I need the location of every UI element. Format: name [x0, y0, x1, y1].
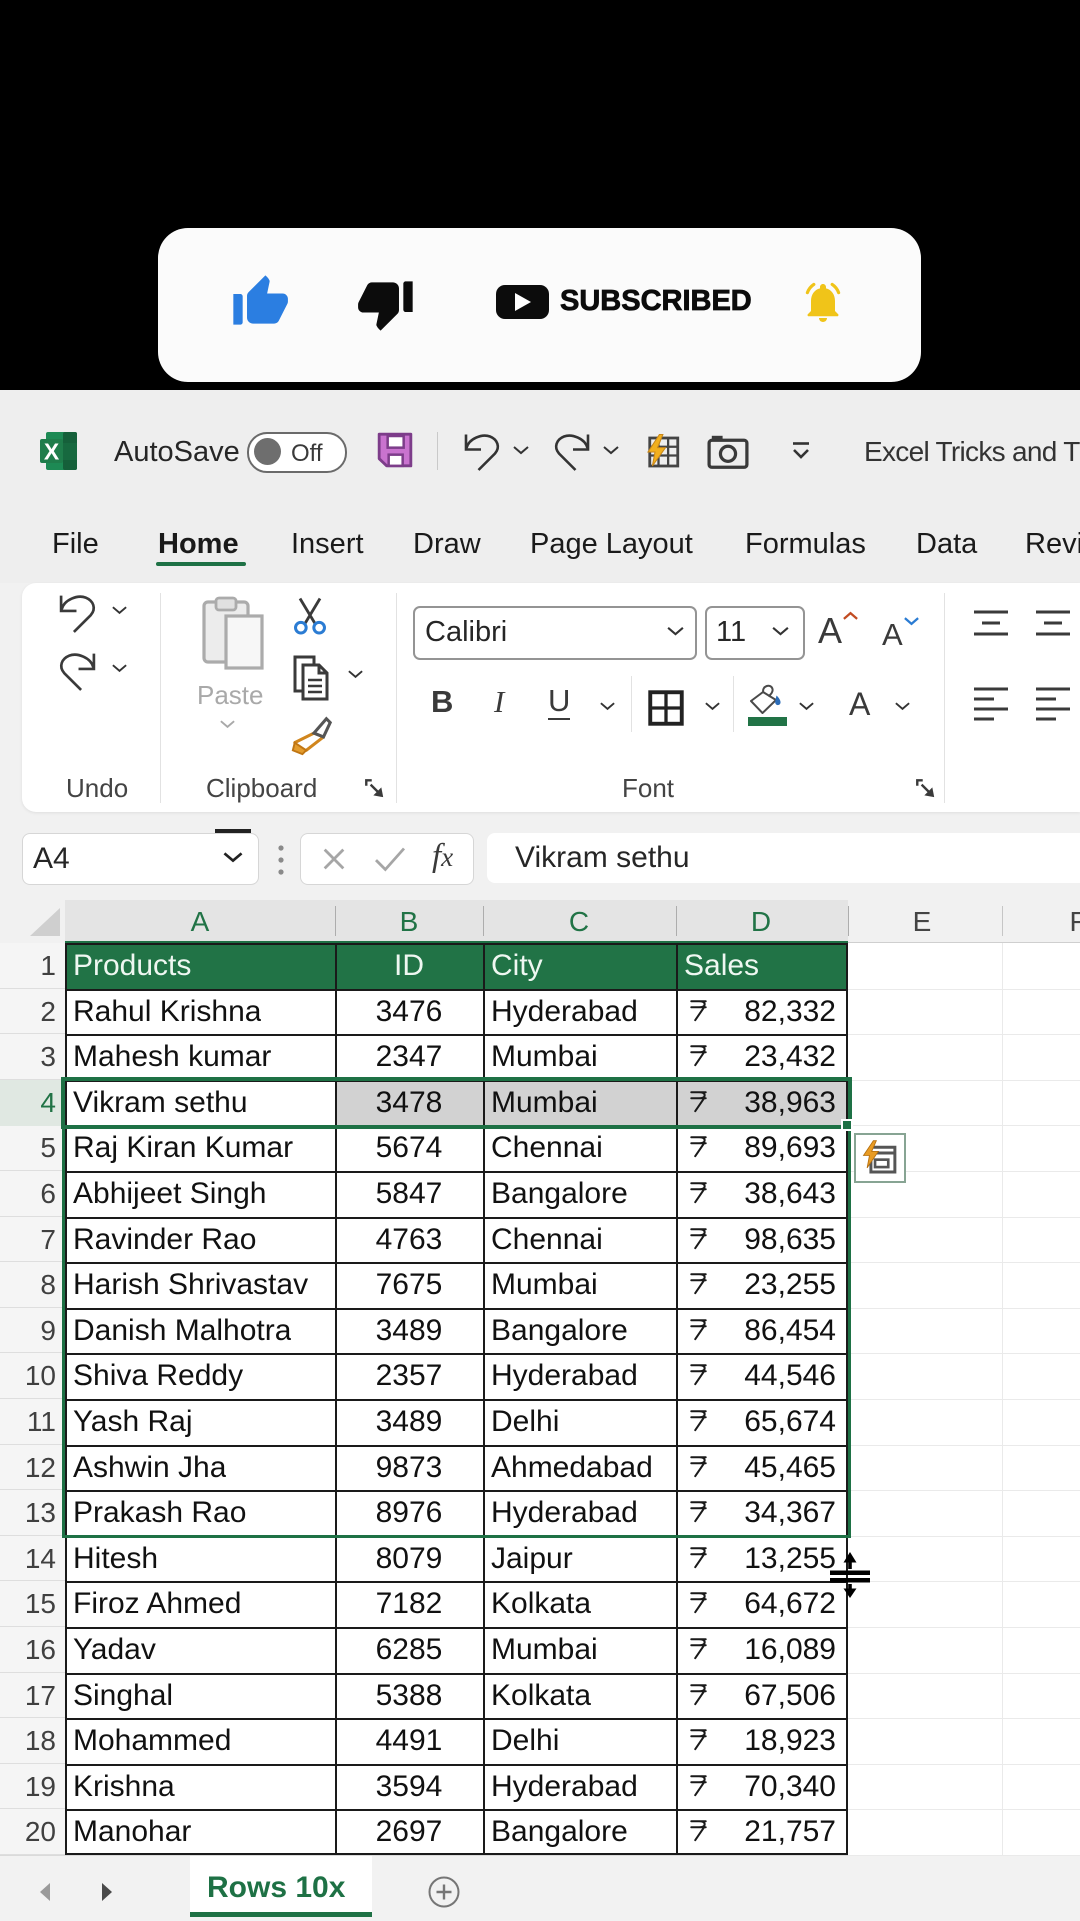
svg-text:X: X [44, 439, 60, 465]
